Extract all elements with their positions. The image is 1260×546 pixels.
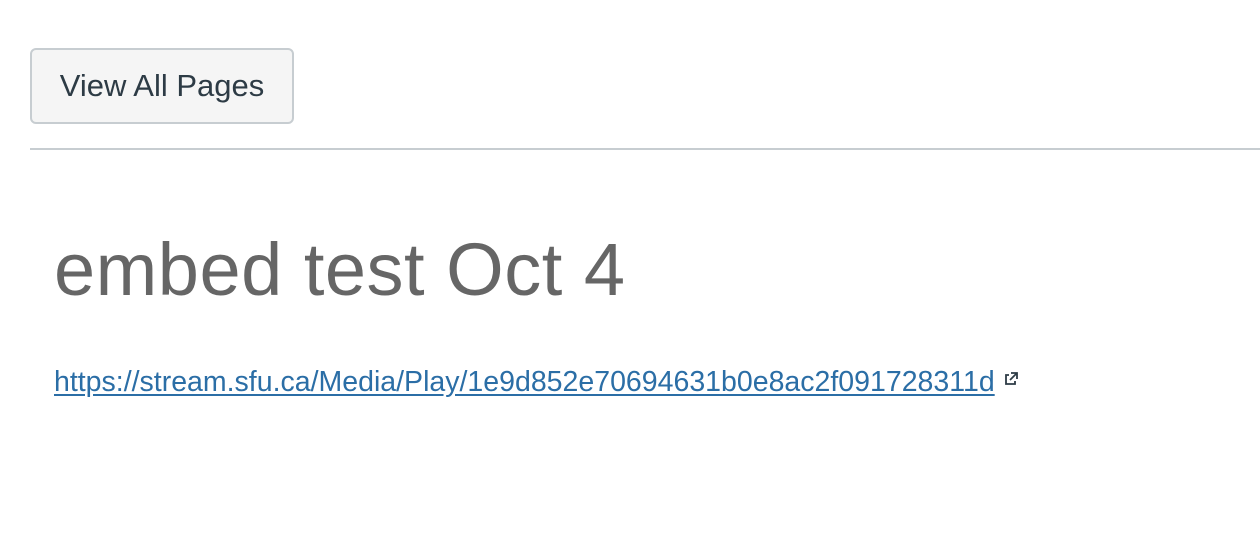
external-link-icon[interactable] — [1003, 371, 1019, 387]
stream-media-link[interactable]: https://stream.sfu.ca/Media/Play/1e9d852… — [54, 362, 995, 402]
page-title: embed test Oct 4 — [54, 228, 626, 311]
header-divider — [30, 148, 1260, 150]
page-content: https://stream.sfu.ca/Media/Play/1e9d852… — [54, 360, 1019, 404]
view-all-pages-button[interactable]: View All Pages — [30, 48, 294, 124]
page-header: View All Pages — [0, 0, 1260, 150]
